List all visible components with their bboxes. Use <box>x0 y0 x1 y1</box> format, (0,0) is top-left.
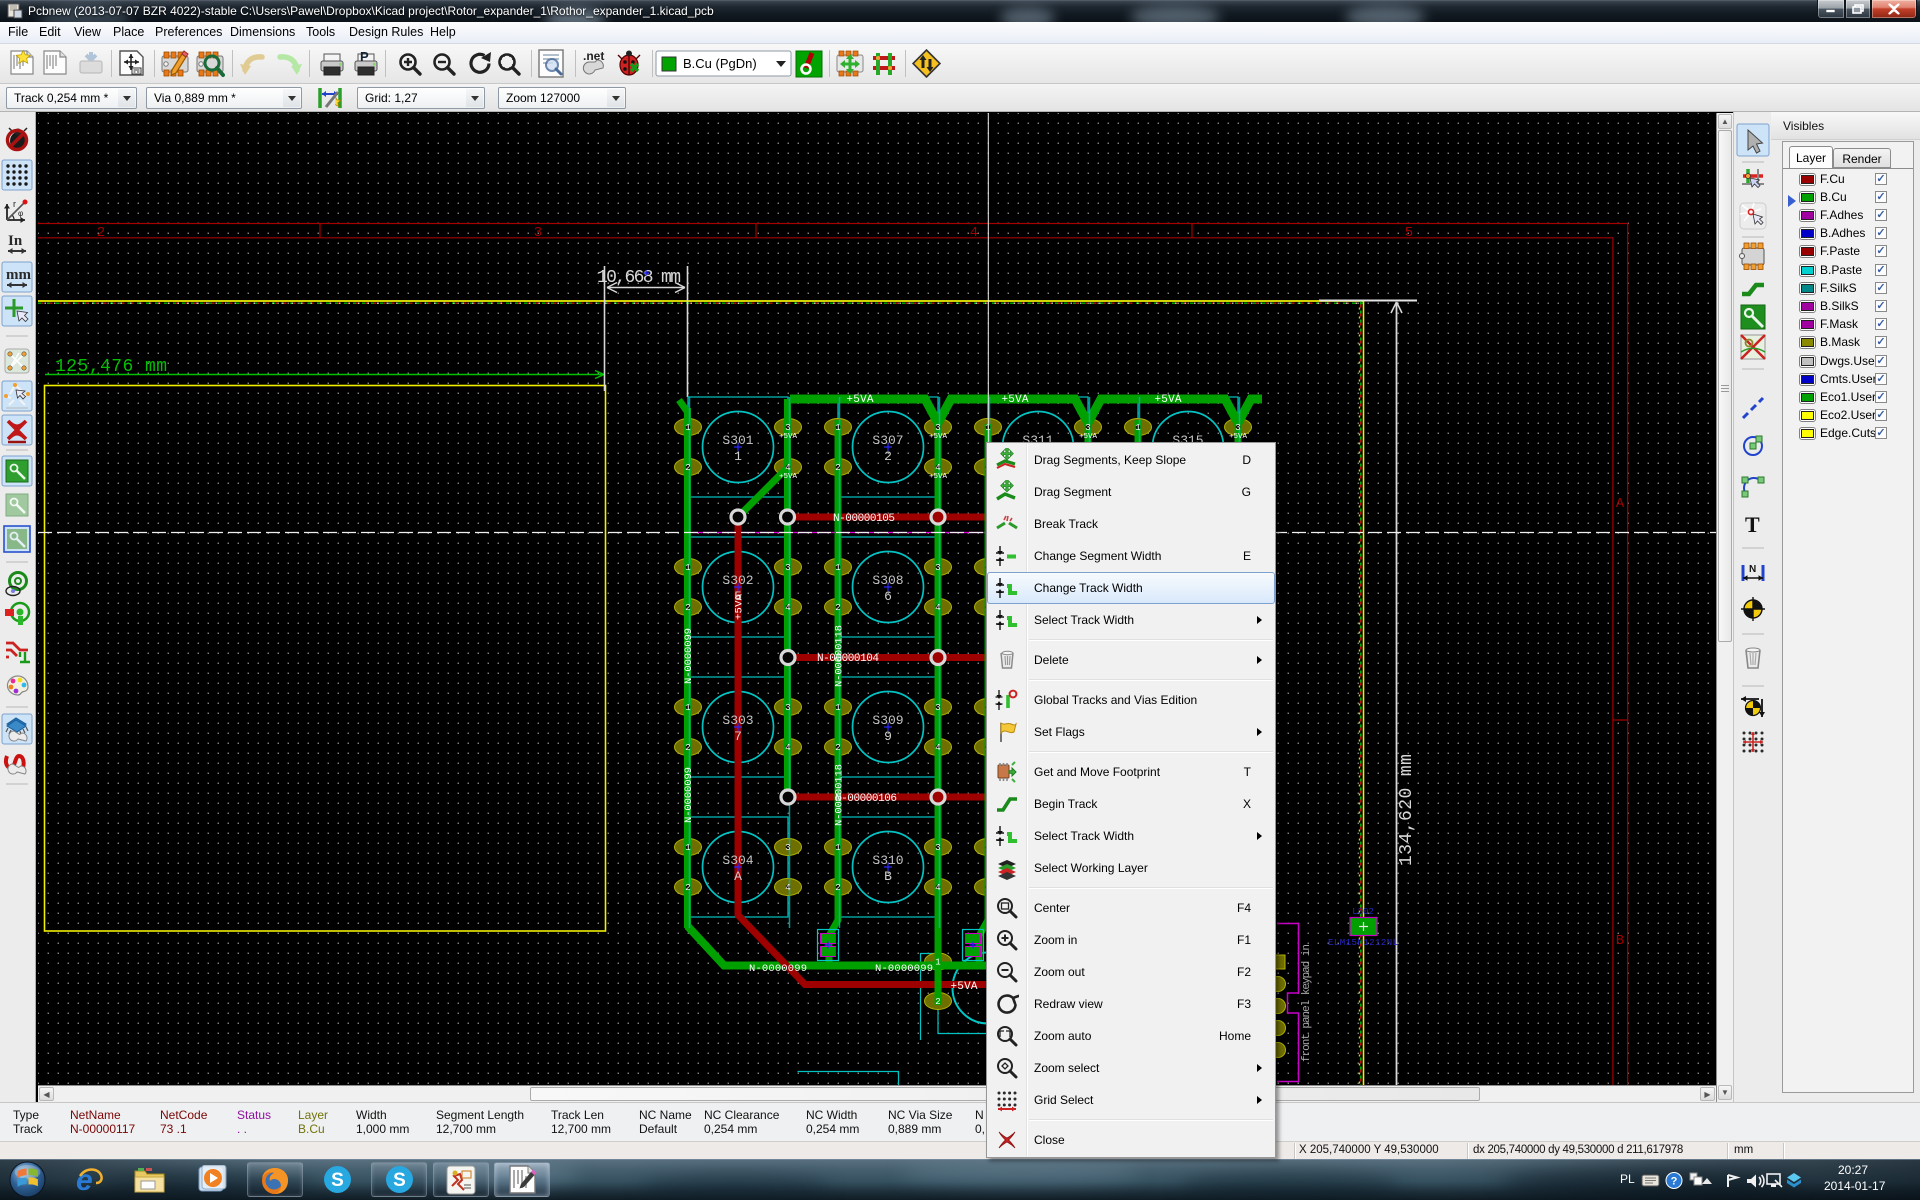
svg-text:mm: mm <box>6 267 31 283</box>
svg-text:+5VA: +5VA <box>779 433 798 441</box>
svg-text:1: 1 <box>835 843 840 853</box>
svg-text:2: 2 <box>835 463 840 473</box>
svg-text:4: 4 <box>785 603 790 613</box>
svg-text:5: 5 <box>1405 225 1413 241</box>
svg-text:ELM15H1212NL: ELM15H1212NL <box>1328 938 1398 948</box>
svg-text:1: 1 <box>685 563 690 573</box>
svg-text:φ: φ <box>18 209 23 218</box>
svg-text:+5VA: +5VA <box>951 981 978 993</box>
svg-text:1: 1 <box>835 563 840 573</box>
svg-text:4: 4 <box>935 883 940 893</box>
svg-text:N-0000099: N-0000099 <box>683 767 695 823</box>
svg-text:B.Cu (PgDn): B.Cu (PgDn) <box>683 56 757 71</box>
svg-text:+5VA: +5VA <box>1155 394 1182 406</box>
svg-text:+5VA: +5VA <box>734 593 746 620</box>
svg-text:3: 3 <box>935 843 940 853</box>
svg-text:1: 1 <box>835 703 840 713</box>
svg-text:3: 3 <box>935 423 940 433</box>
svg-text:4: 4 <box>935 603 940 613</box>
svg-text:2: 2 <box>884 449 892 464</box>
svg-text:front panel keypad in: front panel keypad in <box>1301 944 1313 1062</box>
svg-text:3: 3 <box>935 703 940 713</box>
svg-text:N-0000099: N-0000099 <box>683 628 695 684</box>
svg-text:3: 3 <box>935 563 940 573</box>
svg-text:3: 3 <box>534 225 542 241</box>
svg-text:3: 3 <box>785 843 790 853</box>
svg-text:3: 3 <box>1085 423 1090 433</box>
svg-text:4: 4 <box>970 225 978 241</box>
svg-text:B: B <box>884 869 892 884</box>
svg-text:+5VA: +5VA <box>1079 433 1098 441</box>
svg-text:+5VA: +5VA <box>1002 394 1029 406</box>
svg-text:N-00000105: N-00000105 <box>833 513 895 525</box>
svg-text:2: 2 <box>685 883 690 893</box>
svg-text:4: 4 <box>935 743 940 753</box>
svg-text:2: 2 <box>97 225 105 241</box>
svg-text:2: 2 <box>835 603 840 613</box>
svg-text:4: 4 <box>785 883 790 893</box>
svg-text:1: 1 <box>685 703 690 713</box>
svg-text:1: 1 <box>1135 423 1140 433</box>
svg-text:A: A <box>734 869 742 884</box>
svg-text:+5VA: +5VA <box>1229 433 1248 441</box>
svg-text:+5VA: +5VA <box>847 394 874 406</box>
svg-text:9: 9 <box>884 729 892 744</box>
svg-text:1: 1 <box>835 423 840 433</box>
svg-text:+5VA: +5VA <box>929 433 948 441</box>
svg-text:+5VA: +5VA <box>779 473 798 481</box>
svg-text:P: P <box>360 49 369 64</box>
svg-text:1: 1 <box>734 449 742 464</box>
svg-text:S: S <box>393 1170 406 1191</box>
svg-text:N-0000099: N-0000099 <box>875 963 933 975</box>
svg-text:4: 4 <box>935 463 940 473</box>
svg-text:3: 3 <box>785 563 790 573</box>
svg-text:6: 6 <box>884 589 892 604</box>
svg-text:3: 3 <box>785 703 790 713</box>
svg-text:2: 2 <box>685 463 690 473</box>
svg-text:2: 2 <box>685 743 690 753</box>
svg-text:?: ? <box>1671 1176 1678 1188</box>
svg-text:N-00000118: N-00000118 <box>834 625 846 687</box>
svg-text:10,668 mm: 10,668 mm <box>597 268 681 288</box>
svg-text:+5VA: +5VA <box>929 473 948 481</box>
svg-text:T: T <box>1745 512 1760 537</box>
svg-text:A: A <box>1616 496 1625 512</box>
svg-text:N-0000099: N-0000099 <box>749 963 807 975</box>
svg-text:7: 7 <box>734 729 742 744</box>
svg-text:3: 3 <box>1235 423 1240 433</box>
svg-text:134,620 mm: 134,620 mm <box>1397 754 1417 866</box>
svg-text:S: S <box>331 1170 344 1191</box>
svg-text:1: 1 <box>685 843 690 853</box>
svg-text:2: 2 <box>835 883 840 893</box>
svg-text:B: B <box>1616 933 1624 949</box>
svg-text:4: 4 <box>785 743 790 753</box>
svg-text:In: In <box>8 233 23 249</box>
svg-text:L302: L302 <box>1352 907 1374 917</box>
svg-text:4: 4 <box>785 463 790 473</box>
svg-text:2: 2 <box>685 603 690 613</box>
svg-text:N: N <box>1749 564 1756 575</box>
svg-text:N-00000118: N-00000118 <box>834 764 846 826</box>
svg-text:r: r <box>13 199 16 209</box>
svg-text:3: 3 <box>785 423 790 433</box>
svg-text:N-00000104: N-00000104 <box>817 653 879 665</box>
svg-text:2: 2 <box>835 743 840 753</box>
svg-text:1: 1 <box>935 958 940 968</box>
svg-text:2: 2 <box>935 997 940 1007</box>
svg-text:1: 1 <box>685 423 690 433</box>
